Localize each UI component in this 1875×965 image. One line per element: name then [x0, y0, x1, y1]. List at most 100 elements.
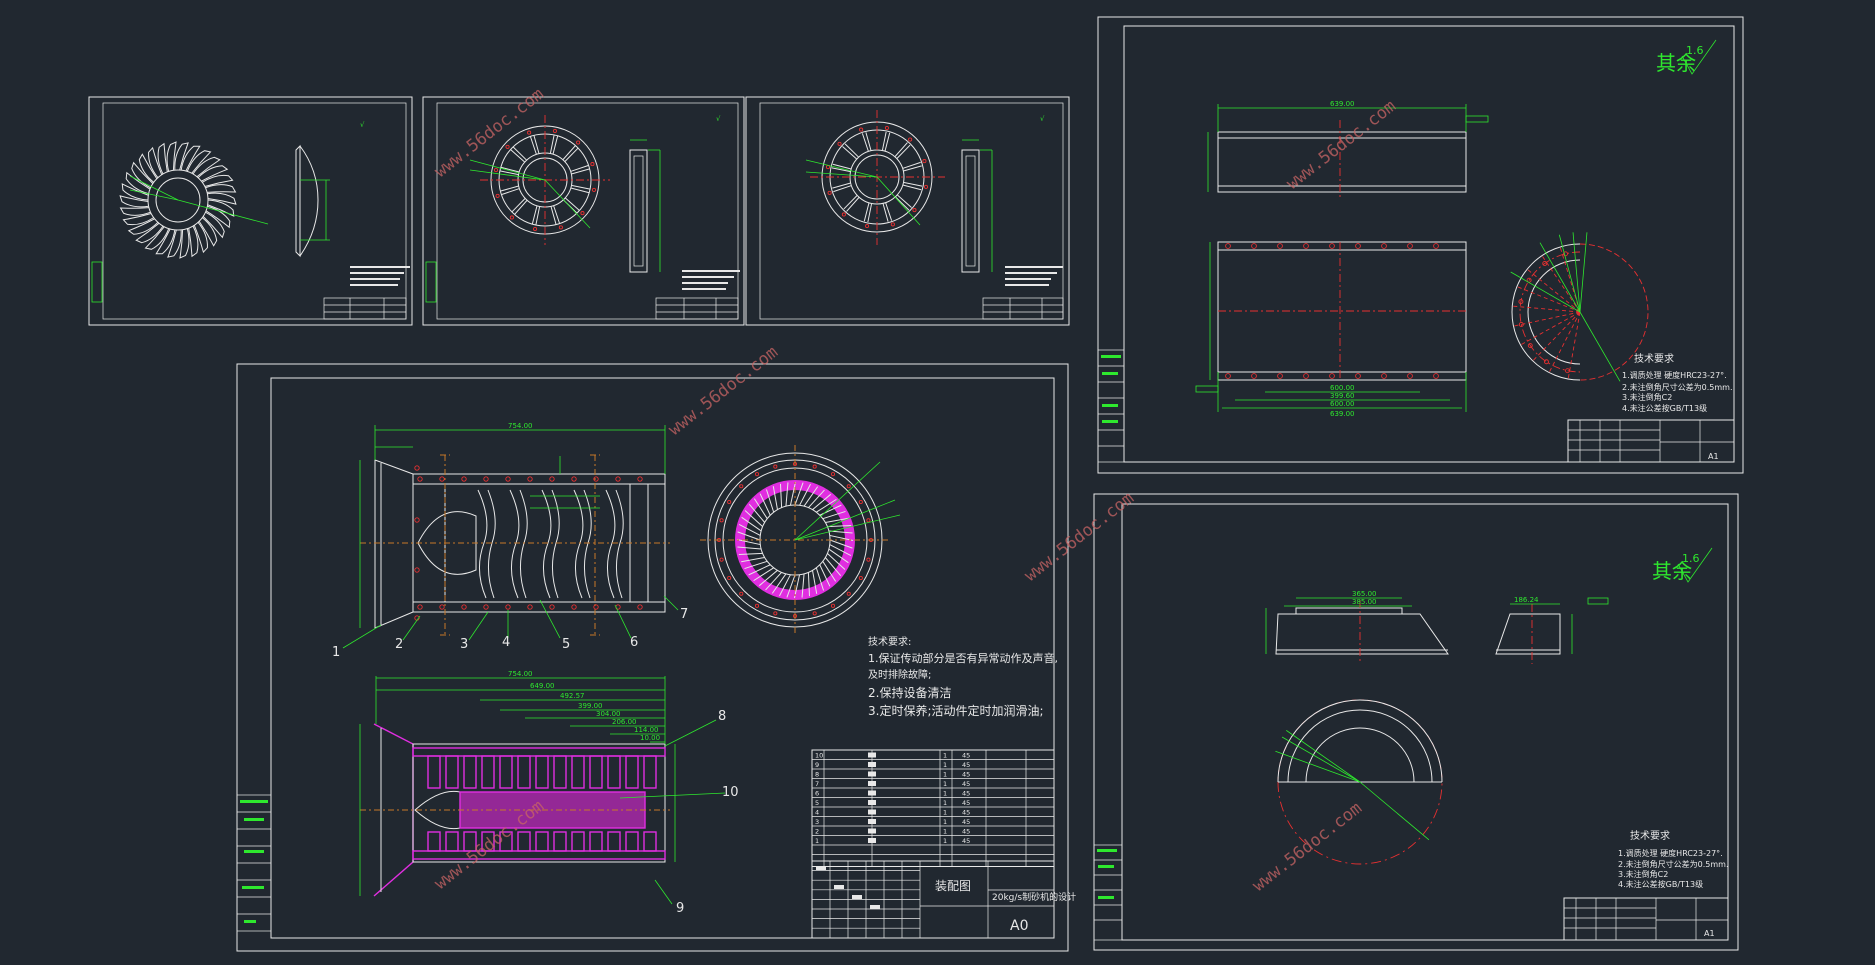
- lower-blade: [571, 755, 585, 789]
- assembly-project: 20kg/s制砂机的设计: [992, 891, 1076, 903]
- bom-qty: 1: [943, 761, 947, 769]
- sheet-part-b: 其余 1.6 365.00 385.00 186.24 技术要求 1.调质处理 …: [1093, 493, 1739, 951]
- rotor-blade: [551, 489, 560, 599]
- balloon-5: 5: [562, 637, 570, 652]
- bom-qty: 1: [943, 818, 947, 826]
- balloon-3: 3: [460, 637, 468, 652]
- svg-text:3.未注倒角C2: 3.未注倒角C2: [1622, 392, 1672, 402]
- balloon-7: 7: [680, 607, 688, 622]
- sheet-ring-2: √: [745, 96, 1070, 326]
- svg-text:385.00: 385.00: [1352, 598, 1377, 606]
- assembly-lower-section: 754.00 649.00 492.57 399.00 304.00 206.0…: [359, 670, 739, 916]
- svg-text:492.57: 492.57: [560, 692, 585, 700]
- svg-text:2.未注倒角尺寸公差为0.5mm.: 2.未注倒角尺寸公差为0.5mm.: [1622, 382, 1732, 392]
- spoke: [501, 188, 520, 196]
- bom-item-no: 3: [815, 818, 819, 826]
- bolt-hole: [509, 215, 514, 220]
- mount-hole: [1277, 373, 1283, 379]
- mount-hole: [1329, 243, 1335, 249]
- svg-text:及时排除故障;: 及时排除故障;: [868, 668, 931, 681]
- svg-text:649.00: 649.00: [530, 682, 555, 690]
- assembly-end-view: [700, 445, 901, 635]
- rotor-blade: [605, 489, 616, 599]
- rotor-blade: [573, 489, 584, 599]
- end-bolt: [830, 603, 836, 608]
- title-block-b: A1: [1563, 897, 1729, 941]
- bom-part-name: [868, 800, 876, 805]
- lower-blade: [445, 755, 459, 789]
- balloon-4: 4: [502, 635, 510, 650]
- bom-item-no: 7: [815, 780, 819, 788]
- bolt: [593, 476, 599, 482]
- lower-blade: [517, 831, 531, 852]
- mount-hole: [1407, 373, 1413, 379]
- radial-center-line: [1516, 286, 1581, 313]
- end-bolt: [739, 591, 744, 596]
- svg-text:114.00: 114.00: [634, 726, 659, 734]
- bom-material: 45: [962, 771, 970, 779]
- end-bolt: [727, 575, 732, 581]
- lower-blade: [643, 831, 657, 852]
- roughness-mark-1: √: [360, 121, 365, 129]
- svg-text:4.未注公差按GB/T13级: 4.未注公差按GB/T13级: [1618, 879, 1703, 889]
- end-bolt: [719, 557, 724, 562]
- bom-item-no: 1: [815, 837, 819, 845]
- spoke: [500, 185, 519, 192]
- sheet-impeller-blades: √: [88, 96, 413, 326]
- cad-drawing-canvas[interactable]: √ √ √ 754.00 1 2 3 4 5 6 7 754.00 649.00…: [0, 0, 1875, 965]
- lower-blade: [571, 831, 585, 852]
- spoke: [882, 203, 889, 222]
- bolt-hole: [580, 211, 585, 216]
- lower-blade: [517, 755, 531, 789]
- svg-text:600.00: 600.00: [1330, 400, 1355, 408]
- title-block-3: [982, 297, 1064, 320]
- lower-blade: [553, 755, 567, 789]
- lower-blade: [607, 755, 621, 789]
- title-block-2: [655, 297, 739, 320]
- title-cell-text: [870, 905, 880, 909]
- bom-part-name: [868, 790, 876, 796]
- rotor-blade: [477, 489, 488, 599]
- bom-part-name: [868, 819, 876, 824]
- dim-mid-len: 399.60: [1330, 392, 1355, 400]
- title-cell-text: [816, 866, 826, 870]
- lower-blade: [625, 755, 639, 789]
- spoke: [903, 165, 922, 172]
- bolt: [549, 604, 555, 610]
- binding-strip-part-a: [1097, 349, 1125, 463]
- end-bolt: [866, 518, 871, 523]
- balloon-1: 1: [332, 645, 340, 660]
- lower-blade: [535, 831, 549, 852]
- end-bolt: [846, 484, 851, 489]
- rotor-blade: [615, 489, 624, 599]
- svg-text:304.00: 304.00: [596, 710, 621, 718]
- svg-text:技术要求:: 技术要求:: [868, 635, 911, 648]
- tech-heading-b: 技术要求: [1630, 829, 1670, 842]
- bom-part-name: [868, 762, 876, 767]
- bolt-hole: [827, 190, 832, 195]
- title-block-a: A1: [1567, 419, 1735, 463]
- bolt: [527, 476, 533, 482]
- bom-qty: 1: [943, 790, 947, 798]
- end-bolt: [754, 472, 760, 477]
- bolt: [439, 476, 445, 482]
- rotor-blade: [487, 489, 496, 599]
- impeller-blade: [205, 184, 237, 193]
- mount-hole: [1303, 373, 1309, 379]
- lower-blade: [625, 831, 639, 852]
- radial-dim-line: [1579, 311, 1621, 382]
- bom-material: 45: [962, 799, 970, 807]
- mount-hole: [1251, 243, 1257, 249]
- dim-small-top: 186.24: [1514, 596, 1539, 604]
- lower-blade: [445, 831, 459, 852]
- mount-hole: [1277, 243, 1283, 249]
- bom-qty: 1: [943, 752, 947, 760]
- radial-center-line: [1520, 311, 1581, 346]
- svg-text:399.00: 399.00: [578, 702, 603, 710]
- end-bolt: [773, 611, 778, 616]
- svg-text:639.00: 639.00: [1330, 410, 1355, 418]
- bolt-hole: [533, 226, 538, 232]
- radial-dim-line: [1539, 242, 1581, 313]
- rotor-blade: [583, 489, 592, 599]
- svg-text:754.00: 754.00: [508, 670, 533, 678]
